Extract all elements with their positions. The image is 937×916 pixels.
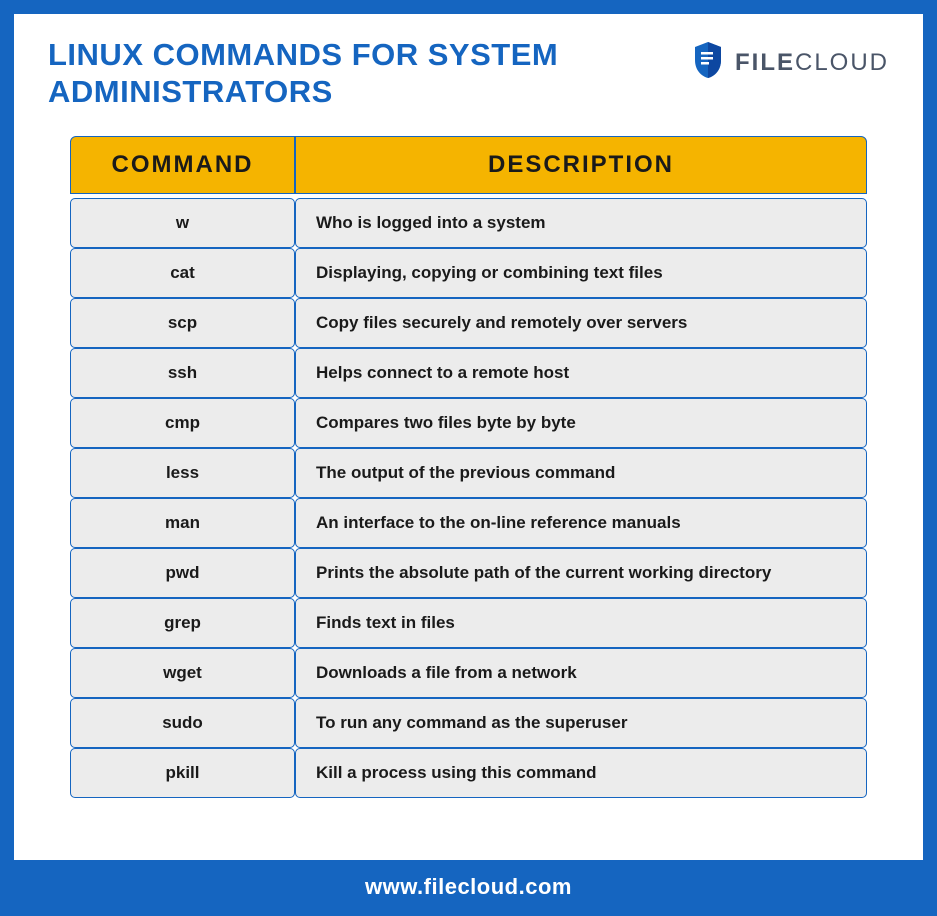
table-row: catDisplaying, copying or combining text… xyxy=(70,248,867,298)
description-cell: An interface to the on-line reference ma… xyxy=(295,498,867,548)
table-row: scpCopy files securely and remotely over… xyxy=(70,298,867,348)
description-cell: Finds text in files xyxy=(295,598,867,648)
description-cell: Copy files securely and remotely over se… xyxy=(295,298,867,348)
command-cell: man xyxy=(70,498,295,548)
table-row: wWho is logged into a system xyxy=(70,198,867,248)
description-cell: Kill a process using this command xyxy=(295,748,867,798)
command-cell: less xyxy=(70,448,295,498)
page-frame: LINUX COMMANDS FOR SYSTEM ADMINISTRATORS… xyxy=(0,0,937,916)
brand-suffix: CLOUD xyxy=(795,49,889,76)
command-cell: wget xyxy=(70,648,295,698)
shield-icon xyxy=(691,40,725,85)
command-cell: pwd xyxy=(70,548,295,598)
brand-prefix: FILE xyxy=(735,49,795,76)
description-cell: Compares two files byte by byte xyxy=(295,398,867,448)
description-cell: To run any command as the superuser xyxy=(295,698,867,748)
footer-url: www.filecloud.com xyxy=(365,874,572,899)
table-row: cmpCompares two files byte by byte xyxy=(70,398,867,448)
table-row: sshHelps connect to a remote host xyxy=(70,348,867,398)
command-cell: w xyxy=(70,198,295,248)
description-cell: Downloads a file from a network xyxy=(295,648,867,698)
command-cell: scp xyxy=(70,298,295,348)
table-row: manAn interface to the on-line reference… xyxy=(70,498,867,548)
col-header-description: DESCRIPTION xyxy=(295,136,867,194)
description-cell: The output of the previous command xyxy=(295,448,867,498)
table-row: grepFinds text in files xyxy=(70,598,867,648)
footer: www.filecloud.com xyxy=(14,860,923,902)
description-cell: Prints the absolute path of the current … xyxy=(295,548,867,598)
description-cell: Displaying, copying or combining text fi… xyxy=(295,248,867,298)
table-header-row: COMMAND DESCRIPTION xyxy=(70,136,867,194)
header: LINUX COMMANDS FOR SYSTEM ADMINISTRATORS… xyxy=(14,14,923,118)
command-cell: ssh xyxy=(70,348,295,398)
command-cell: grep xyxy=(70,598,295,648)
command-cell: cat xyxy=(70,248,295,298)
brand-name: FILECLOUD xyxy=(735,49,889,77)
command-cell: cmp xyxy=(70,398,295,448)
page-title: LINUX COMMANDS FOR SYSTEM ADMINISTRATORS xyxy=(48,36,608,110)
content-area: COMMAND DESCRIPTION wWho is logged into … xyxy=(14,118,923,860)
table-row: pwdPrints the absolute path of the curre… xyxy=(70,548,867,598)
brand-logo: FILECLOUD xyxy=(691,40,889,85)
col-header-command: COMMAND xyxy=(70,136,295,194)
command-cell: sudo xyxy=(70,698,295,748)
table-row: wgetDownloads a file from a network xyxy=(70,648,867,698)
description-cell: Helps connect to a remote host xyxy=(295,348,867,398)
table-body: wWho is logged into a systemcatDisplayin… xyxy=(70,194,867,798)
table-row: sudoTo run any command as the superuser xyxy=(70,698,867,748)
table-row: pkillKill a process using this command xyxy=(70,748,867,798)
commands-table: COMMAND DESCRIPTION wWho is logged into … xyxy=(70,136,867,798)
description-cell: Who is logged into a system xyxy=(295,198,867,248)
command-cell: pkill xyxy=(70,748,295,798)
table-row: lessThe output of the previous command xyxy=(70,448,867,498)
